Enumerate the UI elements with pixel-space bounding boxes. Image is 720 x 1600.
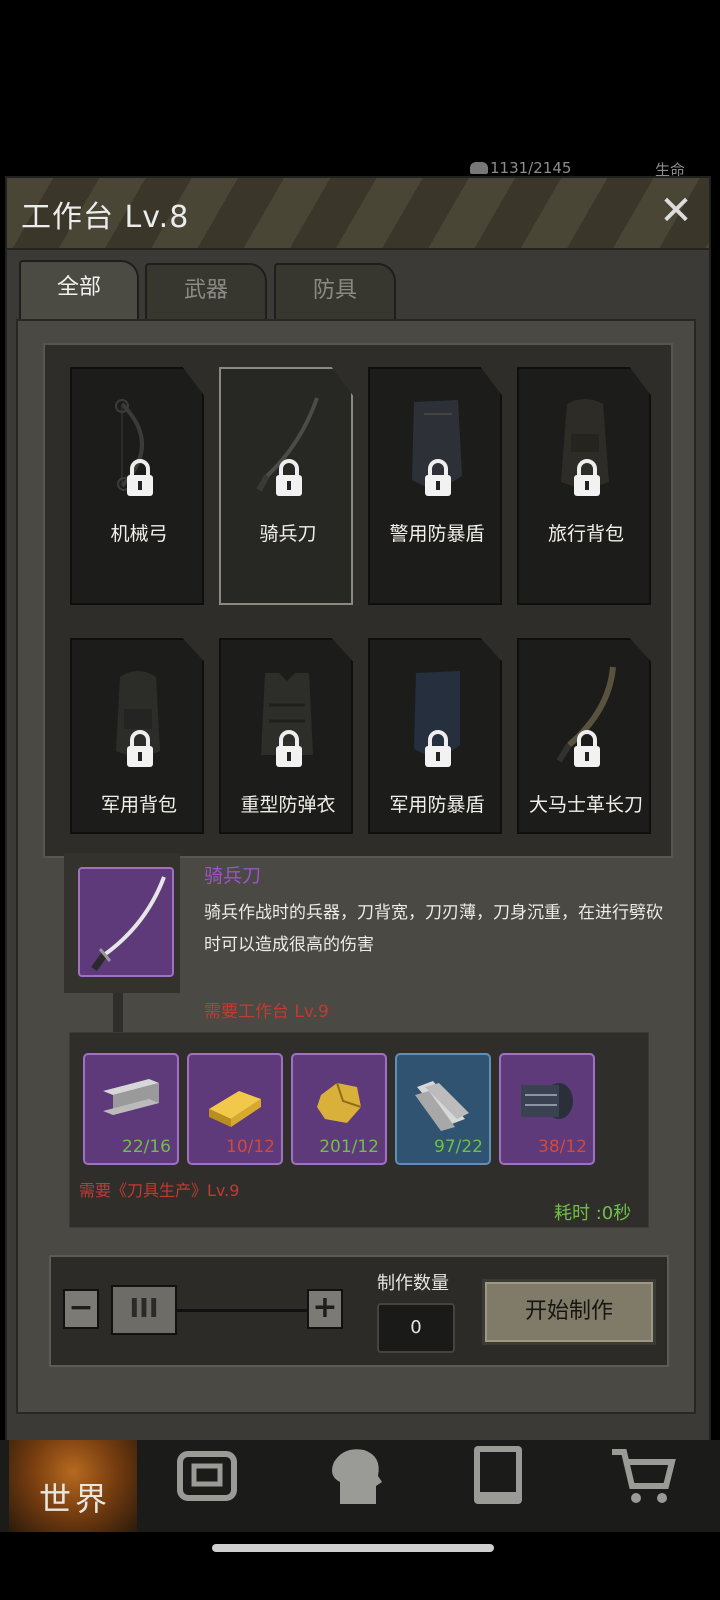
material-quantity: 22/16 [122, 1137, 171, 1157]
resource-counter: 1131/2145 [490, 159, 572, 177]
recipe-item-compound-bow[interactable]: 机械弓 [70, 367, 204, 605]
resource-icon [470, 162, 488, 174]
lock-icon [127, 730, 153, 767]
saber-icon [91, 876, 166, 972]
material-slot[interactable]: 38/12 [499, 1053, 595, 1165]
recipe-grid: 机械弓 骑兵刀 警用防暴盾 旅行背包 军用背包 重型防弹衣 军用防暴盾 大马士革… [43, 343, 673, 858]
recipe-item-police-riot-shield[interactable]: 警用防暴盾 [368, 367, 502, 605]
head-gear-icon[interactable] [320, 1446, 390, 1506]
gold-bar-icon [209, 1091, 261, 1127]
content-panel: 机械弓 骑兵刀 警用防暴盾 旅行背包 军用背包 重型防弹衣 军用防暴盾 大马士革… [16, 319, 696, 1414]
home-indicator[interactable] [212, 1544, 494, 1552]
recipe-item-travel-backpack[interactable]: 旅行背包 [517, 367, 651, 605]
backpack-icon[interactable] [172, 1446, 242, 1506]
detail-item-icon [78, 867, 174, 977]
quantity-slider-thumb[interactable]: III [111, 1285, 177, 1335]
material-slot[interactable]: 22/16 [83, 1053, 179, 1165]
detail-item-name: 骑兵刀 [204, 865, 262, 887]
material-quantity: 201/12 [319, 1137, 379, 1157]
nav-world-label: 世界 [39, 1480, 112, 1518]
recipe-item-heavy-body-armor[interactable]: 重型防弹衣 [219, 638, 353, 834]
material-slot[interactable]: 201/12 [291, 1053, 387, 1165]
increase-button[interactable]: + [307, 1289, 343, 1329]
craft-quantity-label: 制作数量 [377, 1273, 449, 1294]
cart-icon[interactable] [608, 1446, 678, 1506]
start-craft-button[interactable]: 开始制作 [482, 1279, 656, 1345]
lock-icon [574, 459, 600, 496]
recipe-item-military-backpack[interactable]: 军用背包 [70, 638, 204, 834]
lock-icon [276, 730, 302, 767]
craft-quantity-field[interactable]: 0 [377, 1303, 455, 1353]
recipe-item-label: 机械弓 [110, 523, 168, 545]
metal-plates-icon [415, 1081, 469, 1131]
recipe-item-label: 重型防弹衣 [240, 794, 336, 816]
tab-all[interactable]: 全部 [19, 260, 139, 322]
lock-icon [574, 730, 600, 767]
skill-requirement: 需要《刀具生产》Lv.9 [79, 1181, 240, 1200]
title-bar: 工作台 Lv.8 ✕ [7, 178, 709, 250]
connector-line [113, 993, 123, 1037]
recipe-item-label: 骑兵刀 [259, 523, 317, 545]
material-quantity: 97/22 [434, 1137, 483, 1157]
phone-icon[interactable] [464, 1446, 534, 1506]
workbench-level-requirement: 需要工作台 Lv.9 [204, 1002, 329, 1022]
recipe-item-label: 军用背包 [100, 794, 177, 816]
lock-icon [276, 459, 302, 496]
rubber-roll-icon [521, 1083, 573, 1119]
workbench-window: 工作台 Lv.8 ✕ 全部 武器 防具 机械弓 骑兵刀 警用防暴盾 旅行背包 军… [5, 176, 711, 1442]
tab-weapons[interactable]: 武器 [145, 263, 267, 321]
recipe-item-military-riot-shield[interactable]: 军用防暴盾 [368, 638, 502, 834]
recipe-item-damascus-blade[interactable]: 大马士革长刀 [517, 638, 651, 834]
lock-icon [425, 730, 451, 767]
bottom-nav: 世界 [0, 1440, 720, 1532]
recipe-item-label: 警用防暴盾 [389, 523, 485, 545]
material-quantity: 10/12 [226, 1137, 275, 1157]
lock-icon [425, 459, 451, 496]
close-button[interactable]: ✕ [653, 188, 699, 234]
detail-item-description: 骑兵作战时的兵器，刀背宽，刀刃薄，刀身沉重，在进行劈砍时可以造成很高的伤害 [204, 903, 663, 955]
material-slot[interactable]: 10/12 [187, 1053, 283, 1165]
time-cost: 耗时 :0秒 [554, 1203, 632, 1224]
lock-icon [127, 459, 153, 496]
craft-control-bar: − III + 制作数量 0 开始制作 [49, 1255, 669, 1367]
materials-panel: 22/16 10/12 201/12 97/22 38/12 需要《刀具生产》L… [69, 1032, 649, 1228]
recipe-item-label: 军用防暴盾 [389, 794, 485, 816]
nav-world[interactable]: 世界 [9, 1440, 137, 1532]
recipe-item-saber[interactable]: 骑兵刀 [219, 367, 353, 605]
material-slot[interactable]: 97/22 [395, 1053, 491, 1165]
tab-armor[interactable]: 防具 [274, 263, 396, 321]
material-quantity: 38/12 [538, 1137, 587, 1157]
recipe-item-label: 旅行背包 [547, 523, 624, 545]
window-title: 工作台 Lv.8 [21, 200, 190, 235]
decrease-button[interactable]: − [63, 1289, 99, 1329]
recipe-item-label: 大马士革长刀 [528, 794, 643, 816]
steel-beam-icon [103, 1079, 159, 1115]
gold-ore-icon [317, 1082, 362, 1123]
